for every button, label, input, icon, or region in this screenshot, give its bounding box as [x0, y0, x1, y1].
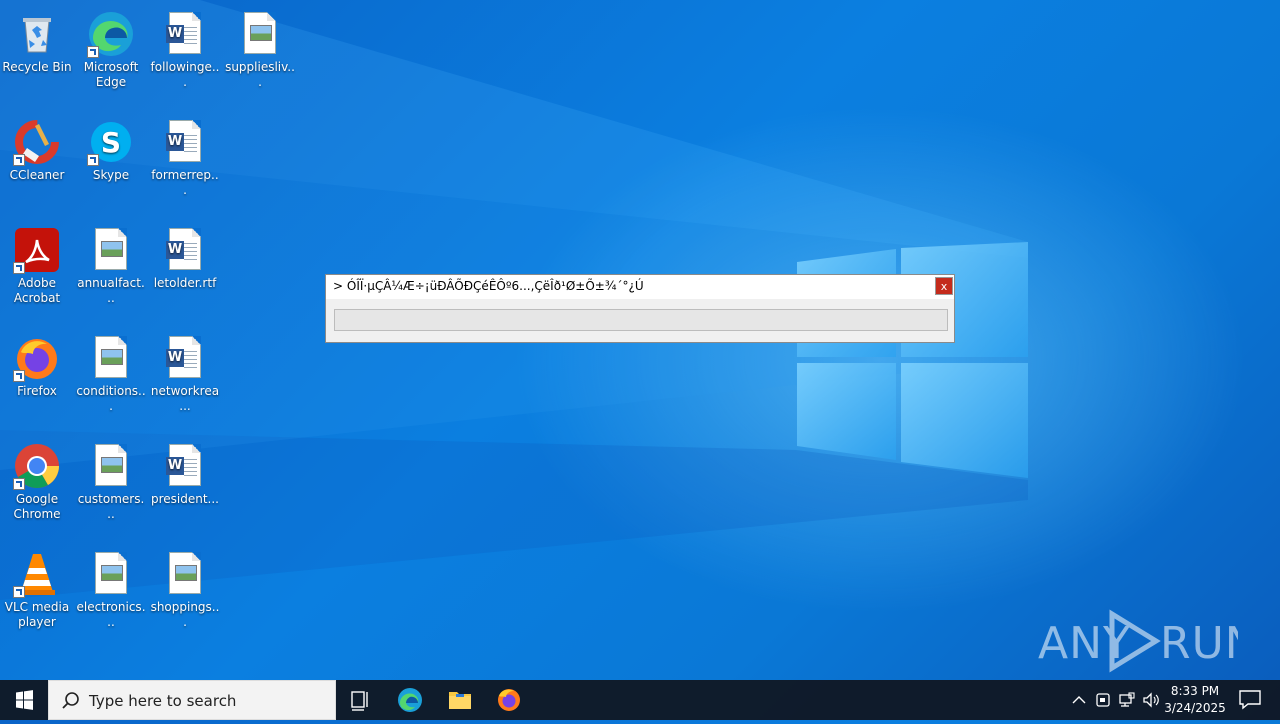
start-button[interactable]	[0, 680, 48, 720]
desktop-icon-networkrea[interactable]: W networkrea...	[148, 328, 222, 414]
image-file-icon	[87, 550, 135, 598]
desktop-icon-conditions[interactable]: conditions...	[74, 328, 148, 414]
desktop-icon-recycle-bin[interactable]: Recycle Bin	[0, 4, 74, 75]
task-view-icon	[351, 691, 368, 711]
word-file-icon: W	[161, 118, 209, 166]
taskbar-file-explorer-button[interactable]	[436, 680, 484, 720]
svg-text:RUN: RUN	[1160, 618, 1238, 669]
dialog-titlebar[interactable]: > ÓÎÏ·µÇÂ¼Æ÷¡üÐÂÕÐÇéÊÔº6...,ÇëÎð¹Ø±Õ±¾´°…	[326, 275, 954, 299]
adobe-acrobat-icon	[13, 226, 61, 274]
recycle-bin-icon	[13, 10, 61, 58]
clock-time: 8:33 PM	[1170, 684, 1220, 698]
desktop-icon-label: Microsoft Edge	[83, 60, 139, 89]
folder-icon	[449, 692, 471, 709]
network-icon[interactable]	[1117, 690, 1137, 710]
desktop-icon-adobe-acrobat[interactable]: Adobe Acrobat	[0, 220, 74, 306]
desktop-icon-label: annualfact...	[77, 276, 145, 305]
meet-now-icon[interactable]	[1093, 690, 1113, 710]
desktop-icon-firefox[interactable]: Firefox	[0, 328, 74, 399]
windows-logo-icon	[16, 690, 33, 710]
desktop-icon-label: Adobe Acrobat	[13, 276, 61, 305]
desktop-icon-label: Recycle Bin	[2, 60, 72, 74]
desktop-icon-label: shoppings...	[150, 600, 220, 629]
word-file-icon: W	[161, 10, 209, 58]
desktop-icon-google-chrome[interactable]: Google Chrome	[0, 436, 74, 522]
word-file-icon: W	[161, 334, 209, 382]
desktop-icon-label: Firefox	[17, 384, 57, 398]
progress-dialog: > ÓÎÏ·µÇÂ¼Æ÷¡üÐÂÕÐÇéÊÔº6...,ÇëÎð¹Ø±Õ±¾´°…	[325, 274, 955, 343]
taskbar-search-box[interactable]: Type here to search	[48, 680, 336, 720]
taskbar-clock[interactable]: 8:33 PM 3/24/2025	[1160, 683, 1230, 717]
shortcut-arrow-icon	[13, 586, 25, 598]
desktop-icon-label: president...	[150, 492, 219, 506]
shortcut-arrow-icon	[87, 154, 99, 166]
desktop-icon-label: formerrep...	[151, 168, 219, 197]
desktop-icon-label: customers...	[77, 492, 145, 521]
shortcut-arrow-icon	[13, 478, 25, 490]
svg-text:S: S	[101, 126, 121, 159]
desktop-icon-label: CCleaner	[9, 168, 65, 182]
clock-date: 3/24/2025	[1164, 701, 1226, 715]
taskbar-edge-button[interactable]	[386, 680, 434, 720]
shortcut-arrow-icon	[13, 370, 25, 382]
chrome-icon	[13, 442, 61, 490]
ccleaner-icon	[13, 118, 61, 166]
image-file-icon	[87, 334, 135, 382]
desktop-icon-label: VLC media player	[4, 600, 70, 629]
desktop-icon-vlc[interactable]: VLC media player	[0, 544, 74, 630]
image-file-icon	[161, 550, 209, 598]
skype-icon: S	[87, 118, 135, 166]
search-placeholder: Type here to search	[89, 692, 237, 710]
desktop-icon-label: electronics...	[76, 600, 146, 629]
edge-icon	[87, 10, 135, 58]
word-file-icon: W	[161, 442, 209, 490]
desktop-icon-customers[interactable]: customers...	[74, 436, 148, 522]
image-file-icon	[236, 10, 284, 58]
progress-bar	[334, 309, 948, 331]
desktop-icon-electronics[interactable]: electronics...	[74, 544, 148, 630]
action-center-button[interactable]	[1232, 680, 1272, 720]
image-file-icon	[87, 442, 135, 490]
shortcut-arrow-icon	[87, 46, 99, 58]
desktop-icon-ccleaner[interactable]: CCleaner	[0, 112, 74, 183]
vlc-icon	[13, 550, 61, 598]
edge-icon	[398, 688, 422, 712]
desktop-icon-followinge[interactable]: W followinge...	[148, 4, 222, 90]
desktop-icon-label: Skype	[92, 168, 130, 182]
taskbar-firefox-button[interactable]	[485, 680, 533, 720]
desktop-icon-label: Google Chrome	[13, 492, 61, 521]
desktop-icon-label: followinge...	[150, 60, 220, 89]
desktop-icon-microsoft-edge[interactable]: Microsoft Edge	[74, 4, 148, 90]
volume-icon[interactable]	[1141, 690, 1161, 710]
desktop-icon-label: letolder.rtf	[153, 276, 217, 290]
svg-text:ANY: ANY	[1038, 618, 1131, 669]
desktop-icon-shoppings[interactable]: shoppings...	[148, 544, 222, 630]
desktop-icon-skype[interactable]: S Skype	[74, 112, 148, 183]
desktop-icon-label: suppliesliv...	[225, 60, 295, 89]
desktop-icon-suppliesliv[interactable]: suppliesliv...	[223, 4, 297, 90]
anyrun-watermark: ANY RUN	[1038, 609, 1238, 673]
desktop-icon-letolder[interactable]: W letolder.rtf	[148, 220, 222, 291]
image-file-icon	[87, 226, 135, 274]
shortcut-arrow-icon	[13, 262, 25, 274]
chevron-up-icon[interactable]	[1069, 690, 1089, 710]
firefox-icon	[498, 689, 520, 711]
notification-icon	[1239, 690, 1261, 710]
taskbar: Type here to search 8:33 PM 3/24/2025	[0, 680, 1280, 720]
desktop-icon-president[interactable]: W president...	[148, 436, 222, 507]
desktop-icon-label: networkrea...	[150, 384, 220, 413]
firefox-icon	[13, 334, 61, 382]
desktop-icon-annualfact[interactable]: annualfact...	[74, 220, 148, 306]
desktop-icon-label: conditions...	[76, 384, 146, 413]
word-file-icon: W	[161, 226, 209, 274]
desktop-icon-formerrep[interactable]: W formerrep...	[148, 112, 222, 198]
task-view-button[interactable]	[336, 680, 384, 720]
close-button[interactable]: x	[935, 277, 953, 295]
dialog-title: > ÓÎÏ·µÇÂ¼Æ÷¡üÐÂÕÐÇéÊÔº6...,ÇëÎð¹Ø±Õ±¾´°…	[333, 279, 644, 293]
search-icon	[62, 692, 79, 709]
shortcut-arrow-icon	[13, 154, 25, 166]
